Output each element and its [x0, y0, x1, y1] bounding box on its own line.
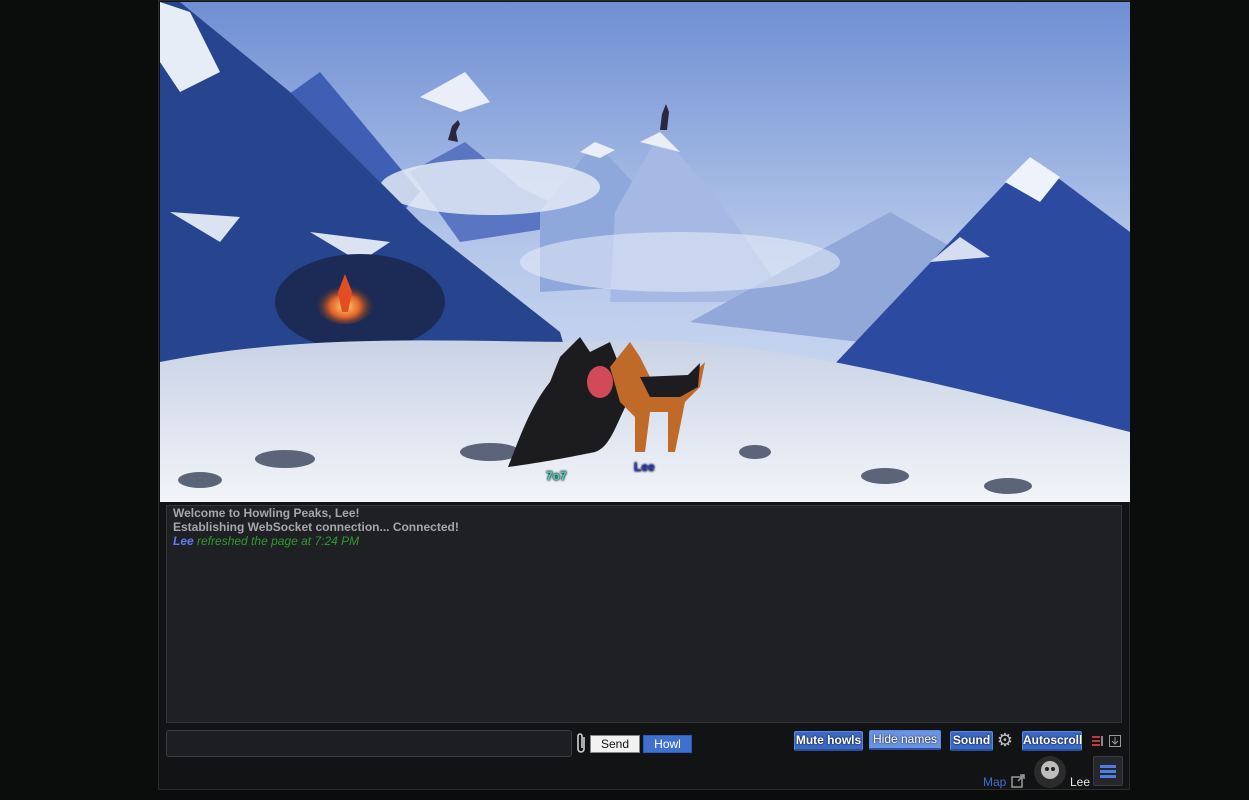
paperclip-icon[interactable]: [574, 731, 588, 755]
mute-howls-button[interactable]: Mute howls: [794, 731, 863, 751]
hide-names-button[interactable]: Hide names: [869, 730, 941, 750]
map-link[interactable]: Map: [983, 775, 1006, 789]
current-username: Lee: [1070, 775, 1091, 789]
game-scene[interactable]: 7o7 Lee: [160, 2, 1130, 502]
game-frame: 7o7 Lee Welcome to Howling Peaks, Lee! E…: [158, 0, 1130, 790]
system-message: Welcome to Howling Peaks, Lee!: [173, 506, 360, 520]
avatar[interactable]: [1034, 756, 1066, 788]
chat-log[interactable]: Welcome to Howling Peaks, Lee! Establish…: [166, 505, 1122, 723]
sound-button[interactable]: Sound: [950, 731, 993, 751]
character-name-7o7[interactable]: 7o7: [546, 469, 567, 483]
autoscroll-button[interactable]: Autoscroll: [1022, 731, 1082, 751]
hamburger-menu-icon[interactable]: [1093, 756, 1123, 786]
download-log-icon[interactable]: [1109, 735, 1121, 747]
send-button[interactable]: Send: [590, 735, 640, 753]
action-text: refreshed the page at 7:24 PM: [197, 534, 360, 548]
wolf-sprites[interactable]: [500, 327, 720, 472]
action-user[interactable]: Lee: [173, 534, 194, 548]
external-link-icon[interactable]: [1011, 774, 1025, 788]
action-message: Lee refreshed the page at 7:24 PM: [173, 534, 1115, 548]
character-name-lee[interactable]: Lee: [634, 460, 655, 474]
howl-button[interactable]: Howl: [643, 735, 692, 753]
system-message: Establishing WebSocket connection... Con…: [173, 520, 459, 534]
list-clear-icon[interactable]: [1092, 735, 1104, 747]
gear-icon[interactable]: ⚙: [996, 730, 1014, 750]
chat-input[interactable]: [166, 730, 572, 757]
